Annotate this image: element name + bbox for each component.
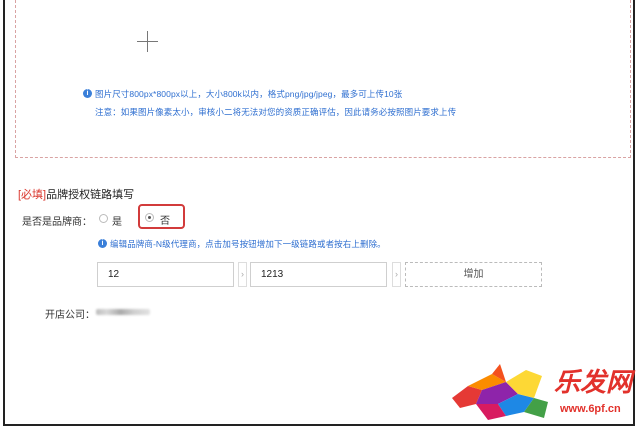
plus-icon[interactable]	[137, 31, 158, 52]
info-icon: i	[83, 89, 92, 98]
radio-no[interactable]	[145, 213, 154, 222]
is-brand-owner-label: 是否是品牌商：	[22, 217, 92, 228]
chain-level-2-input[interactable]: 1213	[250, 262, 387, 287]
chain-level-1-input[interactable]: 12	[97, 262, 234, 287]
chain-edit-tip: 编辑品牌商-N级代理商，点击加号按钮增加下一级链路或者按右上删除。	[110, 239, 386, 249]
shop-company-label: 开店公司：	[45, 310, 95, 321]
chevron-right-icon: ›	[238, 262, 247, 287]
image-upload-zone[interactable]	[15, 0, 631, 158]
shop-company-value-redacted	[96, 309, 150, 315]
radio-no-label[interactable]: 否	[160, 212, 170, 227]
radio-yes-label[interactable]: 是	[112, 213, 122, 228]
radio-yes[interactable]	[99, 214, 108, 223]
required-tag: [必填]	[18, 189, 47, 201]
chevron-right-icon: ›	[392, 262, 401, 287]
watermark-url: www.6pf.cn	[560, 403, 621, 415]
watermark-logo-text: 乐发网	[554, 368, 633, 398]
upload-size-tip: 图片尺寸800px*800px以上，大小800k以内，格式png/jpg/jpe…	[95, 89, 403, 99]
upload-notice-tip: 注意：如果图片像素太小，审核小二将无法对您的资质正确评估，因此请务必按照图片要求…	[95, 107, 457, 117]
section-title-text: 品牌授权链路填写	[46, 189, 135, 201]
brand-chain-title: [必填]品牌授权链路填写	[18, 186, 134, 202]
info-icon: i	[98, 239, 107, 248]
add-chain-button[interactable]: 增加	[405, 262, 542, 287]
